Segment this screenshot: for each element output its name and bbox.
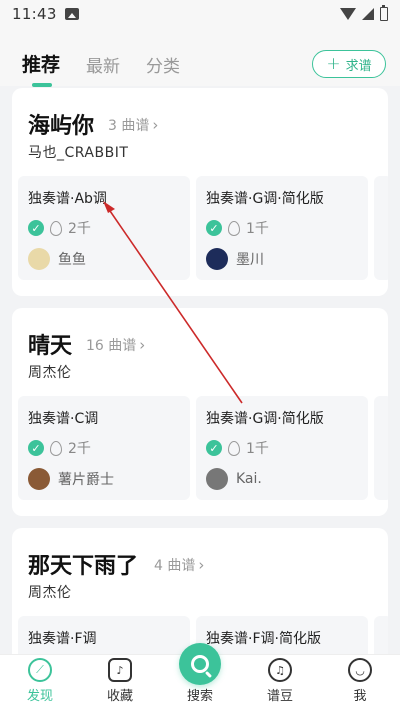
heat-icon: [228, 440, 240, 456]
request-score-label: 求谱: [345, 58, 372, 74]
nav-label: 谱豆: [266, 689, 293, 704]
score-name: 独奏谱·G调·简化版: [206, 191, 324, 207]
compass-icon: ⟋: [28, 658, 52, 682]
tab-recommend[interactable]: 推荐: [22, 50, 60, 87]
bean-icon: ♫: [268, 658, 292, 682]
wifi-icon: [340, 8, 356, 20]
avatar: [206, 248, 228, 270]
score-item[interactable]: 独奏谱·Ab调 ✓ 2千 鱼鱼: [18, 176, 190, 280]
status-bar: 11:43: [0, 0, 400, 28]
avatar: [28, 468, 50, 490]
score-item[interactable]: 独奏谱·F调·简化版: [196, 616, 368, 654]
verified-icon: ✓: [28, 440, 44, 456]
nav-label: 搜索: [186, 689, 213, 704]
score-count-link[interactable]: 16 曲谱 ›: [86, 335, 145, 355]
score-name: 独奏谱·C调: [28, 411, 99, 427]
nav-discover[interactable]: ⟋ 发现: [0, 655, 80, 710]
score-item[interactable]: 独奏谱·C调 ✓ 2千 薯片爵士: [18, 396, 190, 500]
score-item-partial[interactable]: [374, 616, 388, 654]
nav-me[interactable]: ◡ 我: [320, 655, 400, 710]
verified-icon: ✓: [28, 220, 44, 236]
score-item[interactable]: 独奏谱·G调·简化版 ✓ 1千 Kai.: [196, 396, 368, 500]
song-artist[interactable]: 周杰伦: [28, 362, 72, 382]
clock: 11:43: [12, 5, 57, 23]
uploader-name: Kai.: [236, 471, 262, 487]
score-list[interactable]: 独奏谱·C调 ✓ 2千 薯片爵士 独奏谱·G调·简化版 ✓ 1千 Kai.: [18, 396, 388, 500]
heat-icon: [50, 220, 62, 236]
smile-icon: ◡: [348, 658, 372, 682]
score-list[interactable]: 独奏谱·Ab调 ✓ 2千 鱼鱼 独奏谱·G调·简化版 ✓ 1千 墨川: [18, 176, 388, 280]
heat-count: 2千: [68, 221, 91, 237]
score-name: 独奏谱·F调: [28, 631, 97, 647]
bottom-nav: ⟋ 发现 ♪ 收藏 搜索 ♫ 谱豆 ◡ 我: [0, 643, 400, 710]
score-count: 4 曲谱: [154, 558, 196, 574]
verified-icon: ✓: [206, 220, 222, 236]
uploader-name: 墨川: [236, 252, 264, 268]
chevron-right-icon: ›: [198, 556, 205, 574]
image-notification-icon: [64, 8, 79, 20]
nav-label: 我: [353, 689, 367, 704]
song-card[interactable]: 那天下雨了 4 曲谱 › 周杰伦 独奏谱·F调 独奏谱·F调·简化版: [12, 528, 388, 654]
song-title[interactable]: 晴天: [28, 328, 72, 360]
score-count-link[interactable]: 4 曲谱 ›: [154, 555, 204, 575]
song-title[interactable]: 海屿你: [28, 108, 94, 140]
chevron-right-icon: ›: [152, 116, 159, 134]
score-name: 独奏谱·F调·简化版: [206, 631, 321, 647]
tab-latest[interactable]: 最新: [86, 52, 120, 77]
search-icon: [179, 643, 221, 685]
nav-beans[interactable]: ♫ 谱豆: [240, 655, 320, 710]
plus-icon: +: [326, 53, 341, 74]
heat-icon: [228, 220, 240, 236]
heat-count: 1千: [246, 441, 269, 457]
nav-label: 发现: [26, 689, 53, 704]
song-feed[interactable]: 海屿你 3 曲谱 › 马也_CRABBIT 独奏谱·Ab调 ✓ 2千 鱼鱼 独奏…: [0, 86, 400, 654]
score-count: 3 曲谱: [108, 118, 150, 134]
score-item-partial[interactable]: [374, 396, 388, 500]
uploader-name: 薯片爵士: [58, 472, 114, 488]
score-item-partial[interactable]: [374, 176, 388, 280]
tab-bar: 推荐 最新 分类: [22, 50, 180, 87]
nav-search[interactable]: 搜索: [160, 643, 240, 710]
chevron-right-icon: ›: [139, 336, 146, 354]
avatar: [28, 248, 50, 270]
request-score-button[interactable]: + 求谱: [312, 50, 386, 78]
avatar: [206, 468, 228, 490]
score-name: 独奏谱·Ab调: [28, 191, 107, 207]
song-title[interactable]: 那天下雨了: [28, 548, 138, 580]
uploader-name: 鱼鱼: [58, 252, 86, 268]
heat-count: 1千: [246, 221, 269, 237]
heat-count: 2千: [68, 441, 91, 457]
song-card[interactable]: 晴天 16 曲谱 › 周杰伦 独奏谱·C调 ✓ 2千 薯片爵士 独奏谱·G调·简…: [12, 308, 388, 516]
battery-icon: [380, 5, 388, 21]
score-count-link[interactable]: 3 曲谱 ›: [108, 115, 158, 135]
music-note-icon: ♪: [108, 658, 132, 682]
heat-icon: [50, 440, 62, 456]
song-artist[interactable]: 马也_CRABBIT: [28, 142, 128, 162]
song-artist[interactable]: 周杰伦: [28, 582, 72, 602]
score-name: 独奏谱·G调·简化版: [206, 411, 324, 427]
song-card[interactable]: 海屿你 3 曲谱 › 马也_CRABBIT 独奏谱·Ab调 ✓ 2千 鱼鱼 独奏…: [12, 88, 388, 296]
nav-label: 收藏: [106, 689, 133, 704]
top-header: 推荐 最新 分类 + 求谱: [0, 28, 400, 87]
score-item[interactable]: 独奏谱·F调: [18, 616, 190, 654]
score-item[interactable]: 独奏谱·G调·简化版 ✓ 1千 墨川: [196, 176, 368, 280]
score-count: 16 曲谱: [86, 338, 137, 354]
signal-icon: [362, 8, 374, 20]
verified-icon: ✓: [206, 440, 222, 456]
tab-category[interactable]: 分类: [146, 52, 180, 77]
nav-favorites[interactable]: ♪ 收藏: [80, 655, 160, 710]
